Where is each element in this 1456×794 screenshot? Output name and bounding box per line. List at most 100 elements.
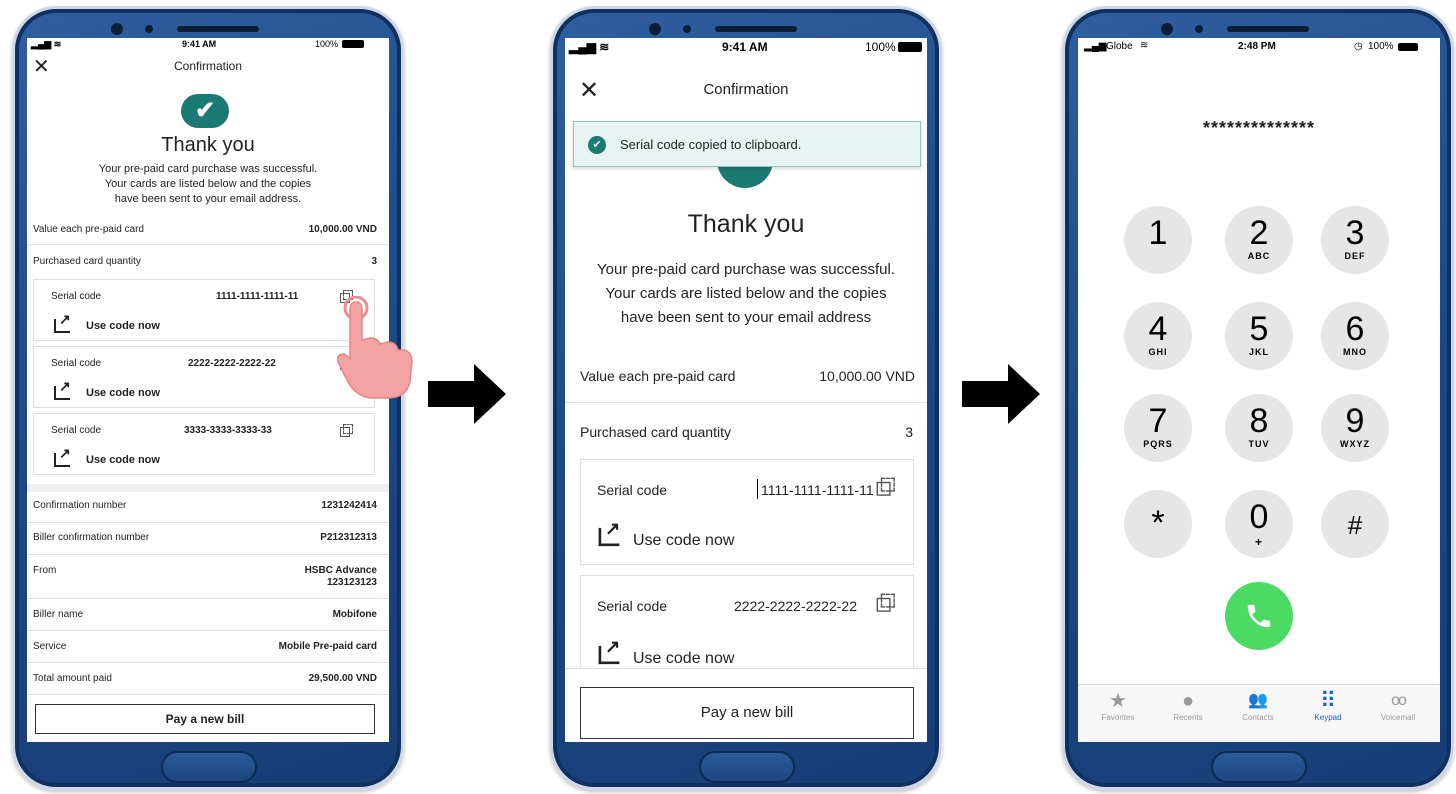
arrow-shaft bbox=[962, 381, 1010, 407]
key-5[interactable]: 5 JKL bbox=[1225, 302, 1293, 370]
serial-code: 1111-1111-1111-11 bbox=[216, 291, 299, 302]
signal-icon: ▂▄▆ ≋ bbox=[31, 39, 62, 49]
sensor-dot bbox=[145, 25, 153, 33]
serial-card-2: Serial code 2222-2222-2222-22 Use code n… bbox=[33, 346, 375, 408]
detail-value: 1231242414 bbox=[321, 500, 377, 511]
phone-icon bbox=[1247, 604, 1271, 628]
thank-you-message: Your pre-paid card purchase was successf… bbox=[27, 162, 389, 207]
text-cursor bbox=[757, 479, 758, 499]
arrow-shaft bbox=[428, 381, 476, 407]
key-digit: 6 bbox=[1345, 310, 1365, 348]
key-0[interactable]: 0 + bbox=[1225, 490, 1293, 558]
home-button[interactable] bbox=[699, 751, 795, 783]
divider bbox=[27, 244, 389, 245]
key-3[interactable]: 3 DEF bbox=[1321, 206, 1389, 274]
page-title: Confirmation bbox=[703, 81, 789, 98]
toast-message: Serial code copied to clipboard. bbox=[620, 137, 802, 152]
quantity-label: Purchased card quantity bbox=[33, 256, 141, 267]
detail-label: Biller confirmation number bbox=[33, 532, 150, 543]
home-button[interactable] bbox=[161, 751, 257, 783]
divider bbox=[27, 630, 389, 631]
serial-card-3: Serial code 3333-3333-3333-33 Use code n… bbox=[33, 413, 375, 475]
front-camera bbox=[1161, 23, 1173, 35]
wifi-icon: ≋ bbox=[1140, 40, 1149, 51]
divider bbox=[27, 554, 389, 555]
use-code-link[interactable]: Use code now bbox=[633, 650, 734, 668]
serial-code: 3333-3333-3333-33 bbox=[184, 425, 272, 436]
battery-icon bbox=[342, 40, 364, 48]
call-button[interactable] bbox=[1225, 582, 1293, 650]
detail-label: Biller name bbox=[33, 609, 84, 620]
key-letters: GHI bbox=[1148, 347, 1168, 357]
divider bbox=[27, 694, 389, 695]
serial-label: Serial code bbox=[51, 291, 102, 302]
key-hash[interactable]: # bbox=[1321, 490, 1389, 558]
share-icon bbox=[598, 518, 620, 547]
tab-keypad[interactable]: ⠿ Keypad bbox=[1298, 688, 1358, 723]
quantity-value: 3 bbox=[371, 256, 377, 267]
carrier-name: Globe bbox=[1106, 41, 1133, 52]
copy-icon[interactable] bbox=[876, 593, 895, 612]
detail-value: Mobifone bbox=[332, 609, 377, 620]
status-bar: ▂▄▆ ≋ 9:41 AM 100% bbox=[565, 38, 927, 56]
copy-icon[interactable] bbox=[340, 424, 353, 437]
serial-label: Serial code bbox=[597, 482, 668, 498]
value-label: Value each pre-paid card bbox=[580, 368, 736, 384]
status-bar: ▂▄▆ Globe ≋ 2:48 PM ◷ 100% bbox=[1078, 38, 1440, 54]
status-time: 9:41 AM bbox=[182, 39, 217, 49]
message-line: Your cards are listed below and the copi… bbox=[605, 285, 887, 302]
key-digit: 2 bbox=[1249, 214, 1269, 252]
flow-arrow-1 bbox=[428, 364, 508, 424]
copy-icon[interactable] bbox=[876, 477, 895, 496]
status-battery: 100% bbox=[315, 39, 339, 49]
use-code-link[interactable]: Use code now bbox=[86, 454, 160, 466]
serial-card-1: Serial code 1111-1111-1111-11 Use code n… bbox=[33, 279, 375, 341]
key-7[interactable]: 7 PQRS bbox=[1124, 394, 1192, 462]
key-6[interactable]: 6 MNO bbox=[1321, 302, 1389, 370]
page-title: Confirmation bbox=[173, 59, 243, 73]
clock-icon: ● bbox=[1181, 690, 1195, 712]
use-code-link[interactable]: Use code now bbox=[633, 532, 734, 550]
pay-new-bill-button[interactable]: Pay a new bill bbox=[580, 687, 914, 739]
key-digit: 7 bbox=[1148, 402, 1168, 440]
tab-recents[interactable]: ● Recents bbox=[1158, 689, 1218, 722]
thank-you-title: Thank you bbox=[687, 210, 805, 238]
key-1[interactable]: 1 bbox=[1124, 206, 1192, 274]
serial-code: 1111-1111-1111-11 bbox=[761, 482, 874, 498]
detail-label: From bbox=[33, 565, 57, 576]
signal-icon: ▂▄▆ ≋ bbox=[569, 40, 610, 54]
battery-icon bbox=[1398, 43, 1418, 51]
key-letters: + bbox=[1254, 535, 1263, 549]
key-digit: 4 bbox=[1148, 310, 1168, 348]
detail-label: Total amount paid bbox=[33, 673, 112, 684]
status-battery: 100% bbox=[865, 40, 896, 54]
use-code-link[interactable]: Use code now bbox=[86, 320, 160, 332]
screen-3: ▂▄▆ Globe ≋ 2:48 PM ◷ 100% *************… bbox=[1078, 38, 1440, 742]
quantity-value: 3 bbox=[905, 424, 913, 440]
tab-favorites[interactable]: ★ Favorites bbox=[1088, 689, 1148, 722]
detail-label: Service bbox=[33, 641, 67, 652]
tap-hand-icon bbox=[334, 295, 414, 400]
value-amount: 10,000.00 VND bbox=[308, 224, 377, 235]
tab-label: Voicemail bbox=[1380, 713, 1416, 722]
tab-contacts[interactable]: 👥 Contacts bbox=[1228, 689, 1288, 722]
key-2[interactable]: 2 ABC bbox=[1225, 206, 1293, 274]
keypad-icon: ⠿ bbox=[1319, 688, 1337, 713]
key-digit: 8 bbox=[1249, 402, 1269, 440]
tab-label: Contacts bbox=[1242, 713, 1274, 722]
status-time: 9:41 AM bbox=[722, 40, 768, 54]
key-4[interactable]: 4 GHI bbox=[1124, 302, 1192, 370]
divider bbox=[27, 522, 389, 523]
key-digit: 3 bbox=[1345, 214, 1365, 252]
key-8[interactable]: 8 TUV bbox=[1225, 394, 1293, 462]
tab-voicemail[interactable]: oo Voicemail bbox=[1368, 689, 1428, 722]
key-9[interactable]: 9 WXYZ bbox=[1321, 394, 1389, 462]
serial-code: 2222-2222-2222-22 bbox=[734, 598, 857, 614]
key-star[interactable]: * bbox=[1124, 490, 1192, 558]
use-code-link[interactable]: Use code now bbox=[86, 387, 160, 399]
key-letters: DEF bbox=[1344, 251, 1366, 261]
key-digit: 1 bbox=[1148, 214, 1168, 252]
value-amount: 10,000.00 VND bbox=[819, 368, 915, 384]
home-button[interactable] bbox=[1211, 751, 1307, 783]
pay-new-bill-button[interactable]: Pay a new bill bbox=[35, 704, 375, 734]
